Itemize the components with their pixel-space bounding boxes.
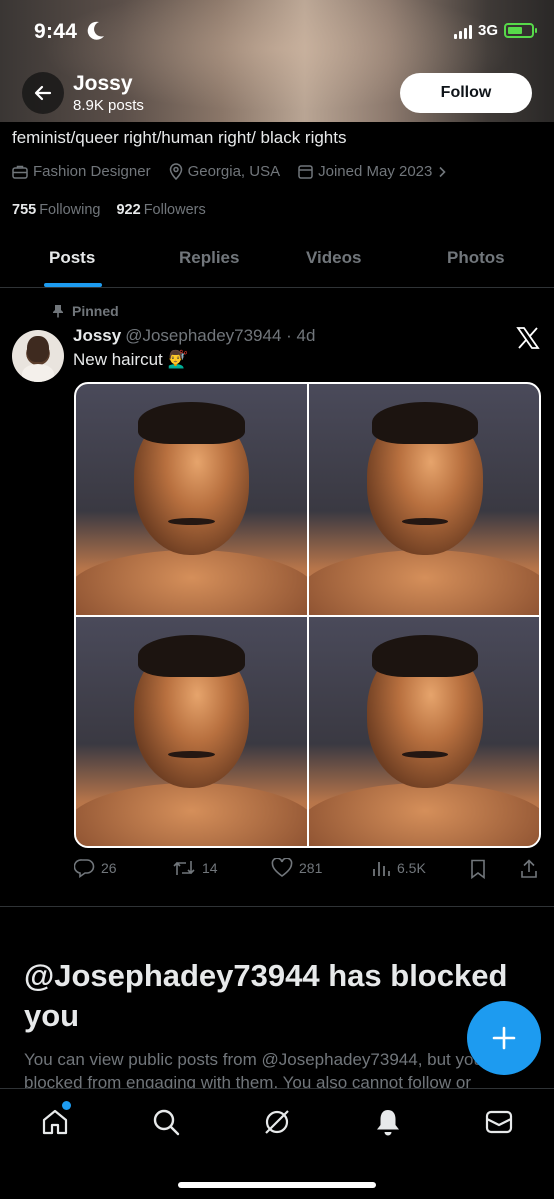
- post-header: Jossy @Josephadey73944 · 4d: [73, 326, 315, 346]
- nav-messages[interactable]: [482, 1105, 516, 1139]
- location-item: Georgia, USA: [169, 163, 281, 180]
- x-logo-icon[interactable]: [516, 326, 540, 350]
- followers-link[interactable]: 922 Followers: [116, 202, 205, 218]
- post-actions: 26 14 281 6.5K: [74, 858, 544, 884]
- following-link[interactable]: 755 Following: [12, 202, 100, 218]
- blocked-title: @Josephadey73944 has blocked you: [24, 958, 508, 1033]
- nav-search[interactable]: [149, 1105, 183, 1139]
- joined-label: Joined May 2023: [318, 163, 433, 180]
- mail-icon: [485, 1110, 513, 1134]
- profile-tabs: Posts Replies Videos Photos: [0, 234, 554, 288]
- tab-replies[interactable]: Replies: [179, 248, 239, 268]
- profile-nav: Jossy 8.9K posts Follow: [0, 70, 554, 120]
- status-bar: 9:44 3G: [0, 0, 554, 64]
- avatar[interactable]: [12, 330, 64, 382]
- follow-button[interactable]: Follow: [400, 73, 532, 113]
- section-divider: [0, 906, 554, 907]
- bell-icon: [377, 1110, 399, 1136]
- tab-posts[interactable]: Posts: [49, 248, 95, 268]
- back-arrow-icon: [34, 85, 52, 101]
- home-icon: [42, 1109, 68, 1135]
- battery-icon: [504, 23, 537, 38]
- post-photo-1[interactable]: [76, 384, 307, 615]
- tab-videos[interactable]: Videos: [306, 248, 361, 268]
- post-handle-time: @Josephadey73944 · 4d: [125, 326, 316, 345]
- post-text: New haircut 💇‍♂️: [73, 350, 189, 369]
- profile-name: Jossy: [73, 72, 133, 95]
- posts-count: 8.9K posts: [73, 97, 144, 114]
- repost-button[interactable]: 14: [172, 858, 218, 878]
- like-button[interactable]: 281: [271, 858, 322, 878]
- post-photo-2[interactable]: [309, 384, 539, 615]
- chevron-right-icon: [439, 166, 446, 177]
- back-button[interactable]: [22, 72, 64, 114]
- share-icon[interactable]: [520, 859, 538, 879]
- pin-icon: [53, 305, 63, 318]
- network-type: 3G: [477, 22, 498, 39]
- notification-dot: [62, 1101, 71, 1110]
- location-pin-icon: [169, 163, 182, 180]
- views-icon: [373, 862, 390, 876]
- moon-icon: [87, 21, 104, 40]
- home-indicator: [178, 1182, 376, 1188]
- post-photo-3[interactable]: [76, 617, 307, 846]
- active-tab-indicator: [44, 283, 102, 287]
- reply-icon: [74, 859, 95, 878]
- nav-grok[interactable]: [260, 1105, 294, 1139]
- category-item: Fashion Designer: [12, 163, 151, 180]
- location-label: Georgia, USA: [187, 163, 281, 180]
- post-photo-4[interactable]: [309, 617, 539, 846]
- reply-button[interactable]: 26: [74, 858, 117, 878]
- bottom-nav: [0, 1088, 554, 1199]
- follow-stats: 755 Following 922 Followers: [12, 202, 206, 218]
- compose-icon: [492, 1026, 516, 1050]
- compose-button[interactable]: [467, 1001, 541, 1075]
- category-label: Fashion Designer: [33, 163, 151, 180]
- profile-bio: feminist/queer right/human right/ black …: [12, 128, 347, 147]
- profile-meta: Fashion Designer Georgia, USA Joined May…: [12, 163, 465, 180]
- views-button[interactable]: 6.5K: [371, 858, 426, 878]
- joined-item[interactable]: Joined May 2023: [298, 163, 447, 180]
- bookmark-icon[interactable]: [470, 859, 486, 879]
- nav-notifications[interactable]: [371, 1105, 405, 1139]
- signal-icon: [453, 23, 472, 39]
- search-icon: [153, 1109, 180, 1136]
- pinned-label: Pinned: [52, 303, 119, 319]
- grok-icon: [265, 1110, 289, 1134]
- nav-home[interactable]: [38, 1105, 72, 1139]
- post-media-grid[interactable]: [74, 382, 541, 848]
- like-icon: [271, 858, 293, 877]
- briefcase-icon: [12, 165, 28, 179]
- calendar-icon: [298, 165, 313, 179]
- repost-icon: [173, 861, 195, 875]
- post-author[interactable]: Jossy: [73, 326, 121, 345]
- tab-photos[interactable]: Photos: [447, 248, 505, 268]
- status-time: 9:44: [34, 20, 78, 43]
